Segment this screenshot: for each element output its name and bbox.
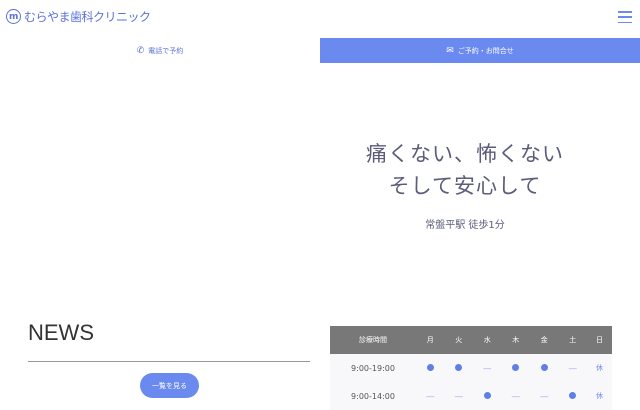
dash-mark: ― — [483, 363, 492, 373]
open-dot-icon — [569, 391, 577, 399]
closed-cell: ― — [473, 354, 502, 382]
header-cell: 月 — [416, 326, 445, 354]
header-cell: 金 — [530, 326, 559, 354]
dash-mark: ― — [426, 391, 435, 401]
closed-cell: ― — [444, 382, 473, 410]
phone-reservation-tab[interactable]: ✆ 電話で予約 — [0, 38, 320, 63]
news-divider — [28, 361, 310, 362]
holiday-cell: 休 — [587, 354, 612, 382]
hamburger-menu-icon[interactable] — [618, 10, 632, 24]
closed-cell: ― — [558, 354, 587, 382]
open-cell — [416, 354, 445, 382]
hero: 痛くない、怖くない そして安心して 常盤平駅 徒歩1分 — [320, 138, 610, 231]
open-cell — [558, 382, 587, 410]
contact-label: ご予約・お問合せ — [457, 46, 514, 55]
header-cell: 土 — [558, 326, 587, 354]
open-dot-icon — [512, 363, 520, 371]
time-cell: 9:00-19:00 — [330, 354, 416, 382]
holiday-cell: 休 — [587, 382, 612, 410]
logo-mark-icon: m — [6, 9, 21, 24]
open-cell — [530, 354, 559, 382]
dash-mark: ― — [511, 391, 520, 401]
open-cell — [473, 382, 502, 410]
open-dot-icon — [540, 363, 548, 371]
logo-text: むらやま歯科クリニック — [24, 10, 151, 24]
dash-mark: ― — [568, 363, 577, 373]
closed-cell: ― — [501, 382, 530, 410]
dash-mark: ― — [454, 391, 463, 401]
news-title: NEWS — [28, 320, 94, 345]
holiday-label: 休 — [596, 364, 603, 372]
header-cell: 水 — [473, 326, 502, 354]
holiday-label: 休 — [596, 392, 603, 400]
closed-cell: ― — [416, 382, 445, 410]
open-cell — [444, 354, 473, 382]
table-header-row: 診療時間 月 火 水 木 金 土 日 — [330, 326, 612, 354]
open-dot-icon — [455, 363, 463, 371]
header-cell: 日 — [587, 326, 612, 354]
closed-cell: ― — [530, 382, 559, 410]
dash-mark: ― — [540, 391, 549, 401]
open-dot-icon — [483, 391, 491, 399]
office-hours-table: 診療時間 月 火 水 木 金 土 日 9:00-19:00 ― ― 休 9:00-14… — [330, 326, 612, 410]
hero-access: 常盤平駅 徒歩1分 — [425, 220, 505, 231]
hero-line-1: 痛くない、怖くない — [366, 142, 564, 166]
table-row: 9:00-14:00 ― ― ― ― 休 — [330, 382, 612, 410]
phone-reservation-label: 電話で予約 — [148, 46, 184, 55]
phone-icon: ✆ — [136, 45, 145, 56]
header-cell: 火 — [444, 326, 473, 354]
logo[interactable]: m むらやま歯科クリニック — [6, 8, 151, 25]
open-dot-icon — [426, 363, 434, 371]
table-row: 9:00-19:00 ― ― 休 — [330, 354, 612, 382]
open-cell — [501, 354, 530, 382]
time-cell: 9:00-14:00 — [330, 382, 416, 410]
header-cell: 診療時間 — [330, 326, 416, 354]
contact-tab[interactable]: ✉ ご予約・お問合せ — [320, 38, 640, 63]
header-cell: 木 — [501, 326, 530, 354]
hero-line-2: そして安心して — [388, 174, 542, 198]
mail-icon: ✉ — [446, 45, 454, 56]
view-all-news-button[interactable]: 一覧を見る — [140, 373, 199, 398]
